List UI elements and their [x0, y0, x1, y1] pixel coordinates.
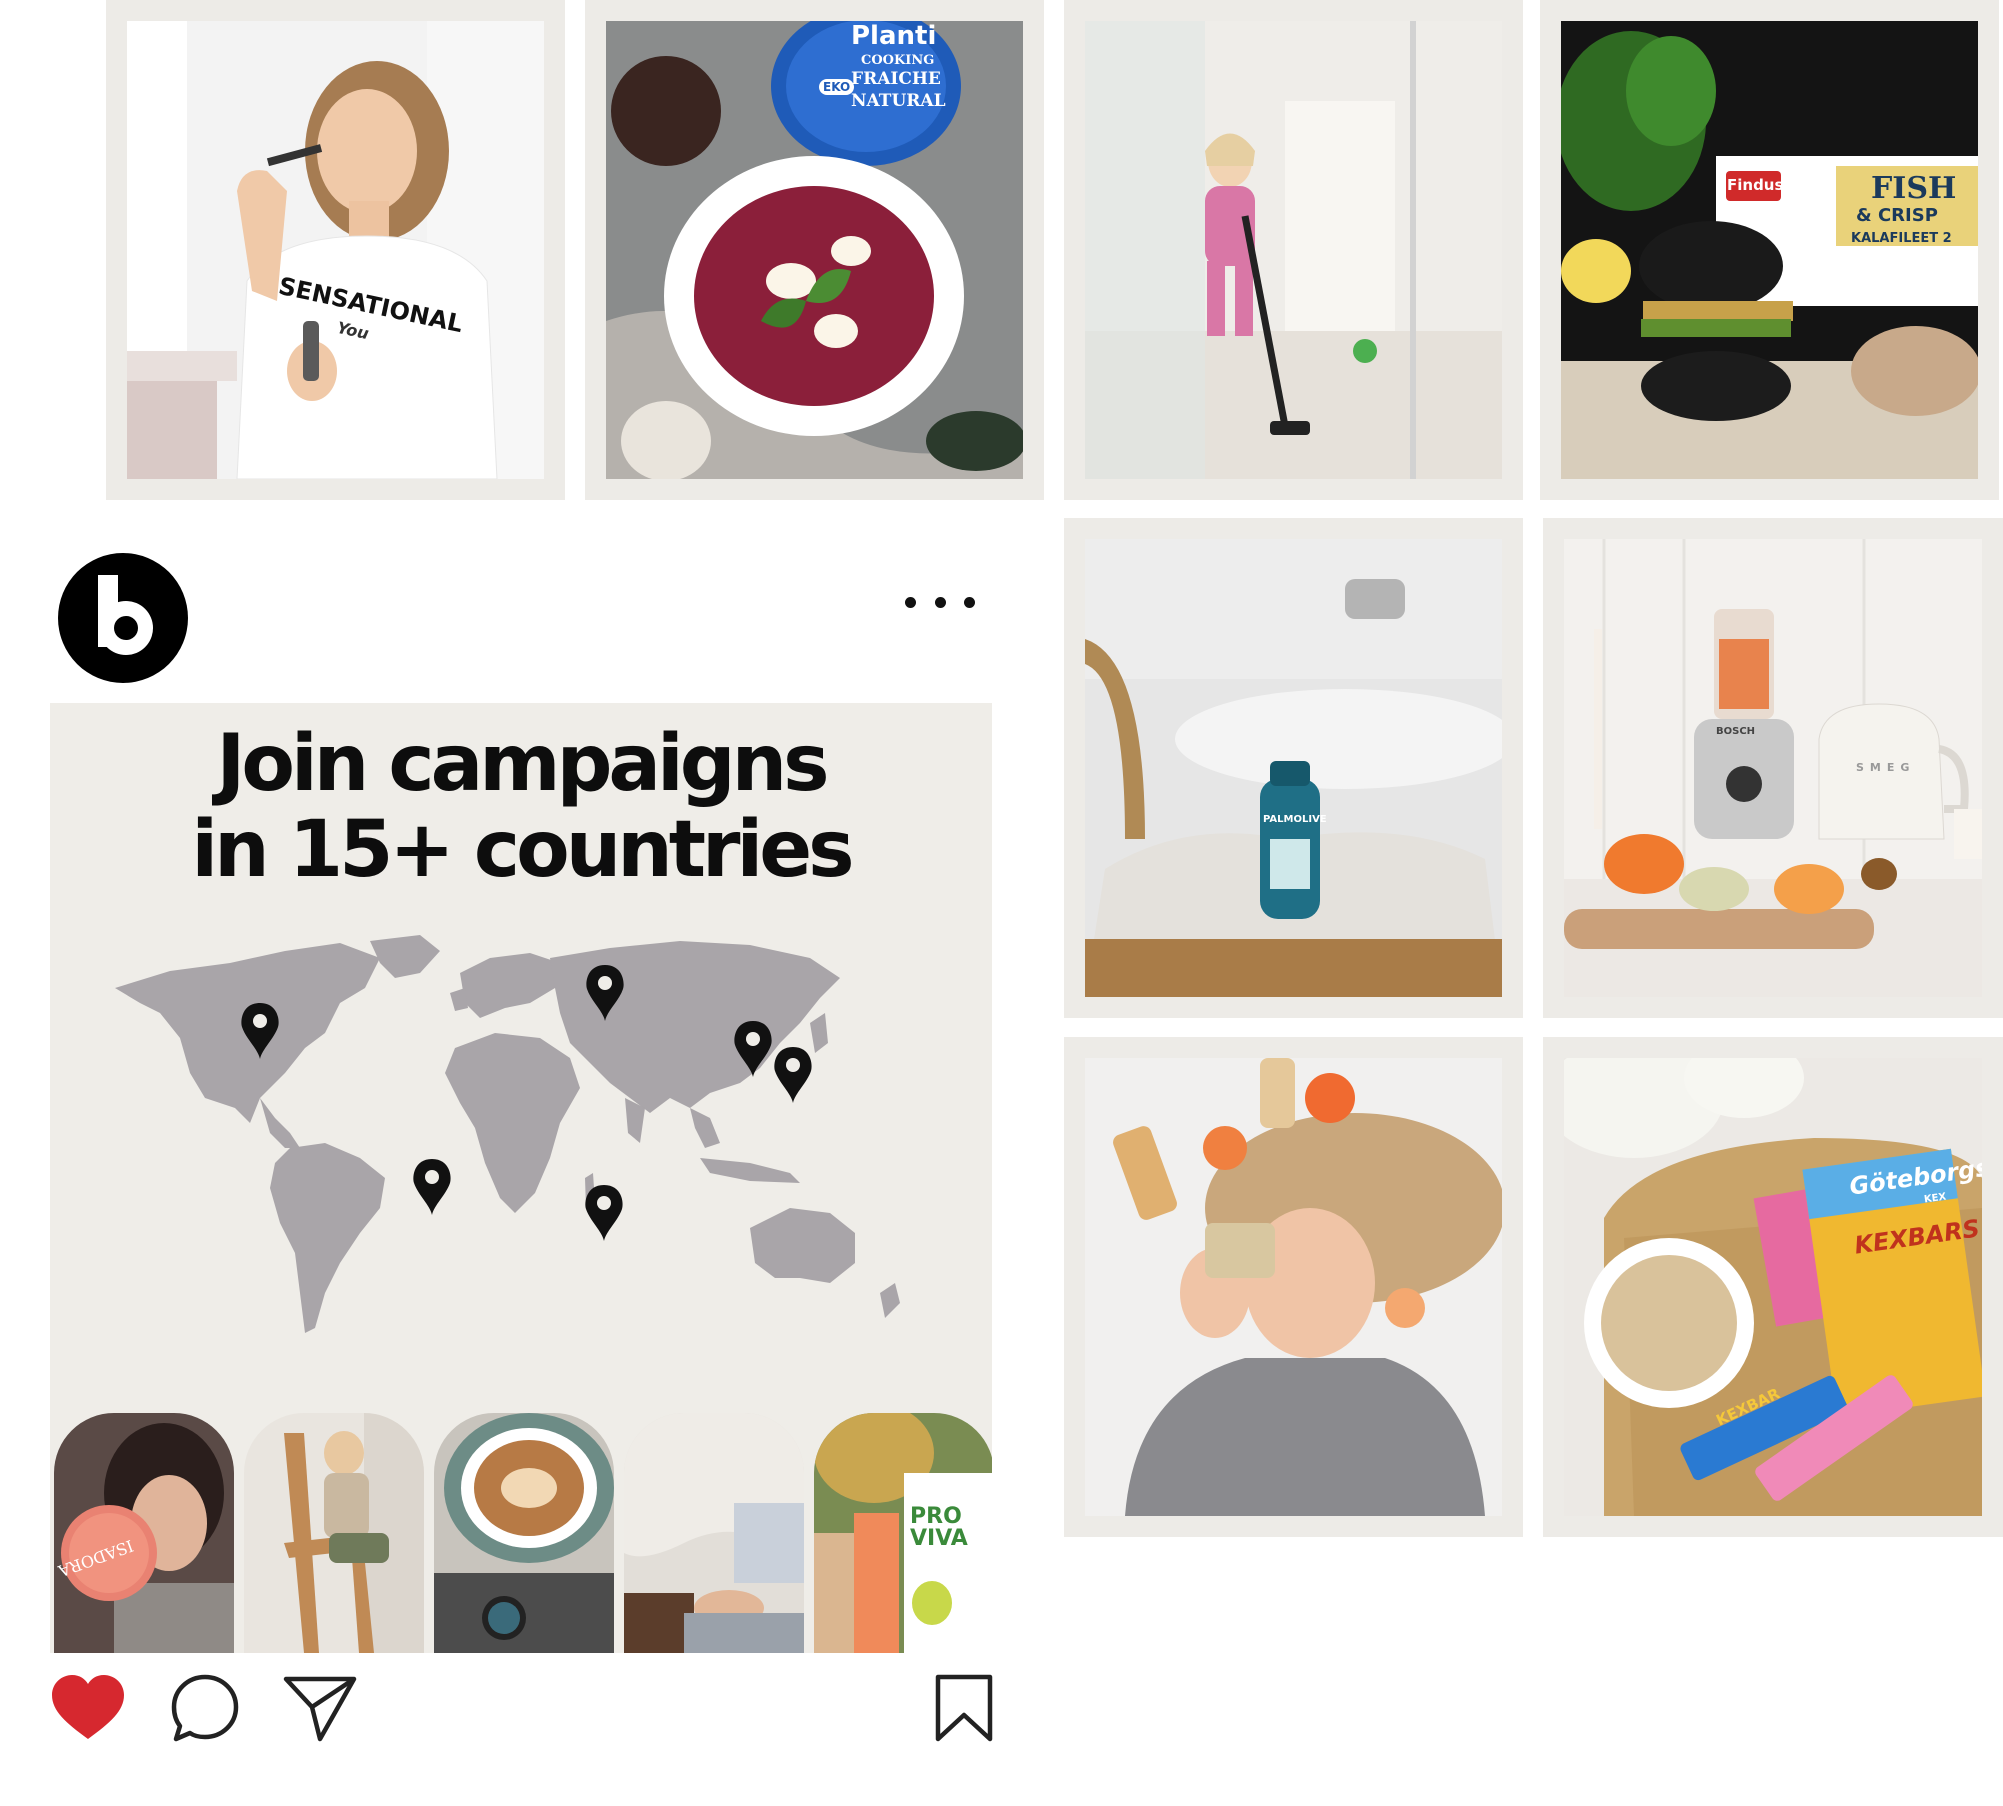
photo-tile-woman-flowers[interactable]: [1064, 1037, 1523, 1537]
photo-tile-blender-kettle[interactable]: BOSCH SMEG: [1543, 518, 2003, 1018]
box-title-fish: FISH: [1871, 171, 1957, 206]
photo-kexbars: Göteborgs KEX KEXBARS KEXBAR: [1564, 1058, 1982, 1516]
thumbnail-makeup[interactable]: ISADORA: [54, 1413, 234, 1653]
photo-tile-child-vacuum[interactable]: [1064, 0, 1523, 500]
kettle-brand-smeg: SMEG: [1856, 761, 1916, 774]
instagram-post: Join campaigns in 15+ countries ISADORA …: [50, 553, 996, 1763]
dot: [964, 596, 975, 608]
lid-text-natural: NATURAL: [851, 91, 946, 111]
photo-shower-gel: PALMOLIVE: [1085, 539, 1502, 997]
photo-pasta-bowl: Planti COOKING FRAICHE NATURAL EKO: [606, 21, 1023, 479]
photo-woman-mascara: SENSATIONAL You: [127, 21, 544, 479]
dot: [905, 596, 916, 608]
world-map: [115, 935, 900, 1333]
comment-bubble-icon[interactable]: [170, 1673, 240, 1743]
blender-brand-bosch: BOSCH: [1716, 726, 1756, 737]
photo-tile-pasta-bowl[interactable]: Planti COOKING FRAICHE NATURAL EKO: [585, 0, 1044, 500]
lid-text-fraiche: FRAICHE: [851, 69, 941, 89]
photo-fish-burger: Findus FISH & CRISP KALAFILEET 2: [1561, 21, 1978, 479]
dot: [934, 596, 946, 608]
thumbnail-juice-cartons[interactable]: PRO VIVA: [814, 1413, 992, 1653]
campaign-headline: Join campaigns in 15+ countries: [50, 721, 992, 893]
heart-icon[interactable]: [50, 1673, 126, 1743]
box-subtitle: KALAFILEET 2: [1851, 231, 1952, 246]
bookmark-icon[interactable]: [934, 1673, 994, 1743]
map-pin-southeast-asia: [774, 1047, 812, 1103]
thumbnail-child-highchair[interactable]: [244, 1413, 424, 1653]
campaign-card: Join campaigns in 15+ countries ISADORA …: [50, 703, 992, 1653]
photo-woman-flowers: [1085, 1058, 1502, 1516]
photo-blender-kettle: BOSCH SMEG: [1564, 539, 1982, 997]
photo-tile-kexbars[interactable]: Göteborgs KEX KEXBARS KEXBAR: [1543, 1037, 2003, 1537]
bottle-brand-palmolive: PALMOLIVE: [1263, 814, 1327, 825]
box-brand-findus: Findus: [1727, 176, 1784, 194]
lid-text-cooking: COOKING: [861, 53, 935, 68]
post-action-bar: [50, 1673, 996, 1763]
photo-tile-woman-mascara[interactable]: SENSATIONAL You: [106, 0, 565, 500]
thumbnail-coffee-watch[interactable]: [434, 1413, 614, 1653]
headline-line-2: in 15+ countries: [191, 805, 854, 895]
photo-tile-shower-gel[interactable]: PALMOLIVE: [1064, 518, 1523, 1018]
lid-brand-planti: Planti: [851, 21, 937, 51]
lid-badge-eko: EKO: [819, 79, 855, 95]
map-pin-south-africa: [585, 1185, 623, 1241]
photo-tile-fish-burger[interactable]: Findus FISH & CRISP KALAFILEET 2: [1540, 0, 1999, 500]
send-paper-plane-icon[interactable]: [282, 1673, 358, 1743]
thumbnail-strip: ISADORA PRO VIVA: [50, 1413, 992, 1653]
photo-child-vacuum: [1085, 21, 1502, 479]
svg-text:VIVA: VIVA: [910, 1526, 968, 1551]
brand-logo-icon[interactable]: [58, 553, 188, 683]
more-options-icon[interactable]: [905, 587, 975, 617]
headline-line-1: Join campaigns: [216, 719, 829, 809]
thumbnail-hand-chocolate[interactable]: [624, 1413, 804, 1653]
box-title-crisp: & CRISP: [1856, 205, 1938, 226]
map-pin-brazil: [413, 1159, 451, 1215]
